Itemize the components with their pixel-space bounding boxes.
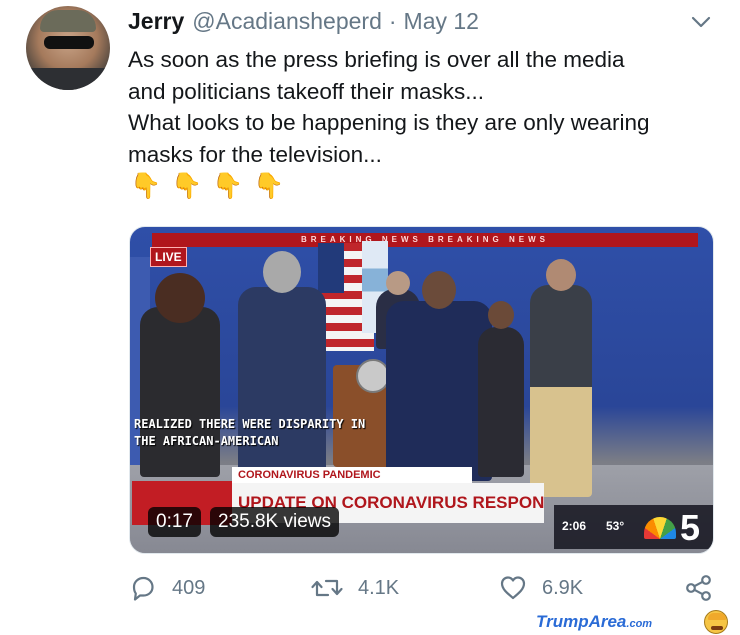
pointing-down-emoji: 👇 [253,172,285,200]
avatar-sunglasses [44,36,94,49]
avatar-cap [40,10,96,32]
caption-line: REALIZED THERE WERE DISPARITY IN [134,417,366,431]
tweet-text: As soon as the press briefing is over al… [128,44,728,170]
tweet-text-line: and politicians takeoff their masks... [128,78,485,104]
like-button[interactable]: 6.9K [498,572,583,604]
video-duration: 0:17 [148,507,201,537]
lower-third-label: CORONAVIRUS PANDEMIC [232,467,472,483]
caption-line: THE AFRICAN-AMERICAN [134,434,279,448]
video-player[interactable]: BREAKING NEWS BREAKING NEWS LIVE REALIZE… [129,226,714,554]
reply-button[interactable]: 409 [128,572,205,604]
tweet-text-line: As soon as the press briefing is over al… [128,47,625,72]
reply-count: 409 [172,576,206,599]
city-seal [356,359,390,393]
tweet-date[interactable]: May 12 [404,8,479,35]
channel-number: 5 [680,507,701,548]
person-man-navy [386,271,492,481]
tweet-actions: 409 4.1K 6.9K [128,572,718,604]
tweet-header: Jerry @Acadiansheperd · May 12 [128,8,479,38]
watermark-tld: .com [626,618,653,630]
watermark-site: TrumpArea [536,612,627,631]
person-man-vest [530,259,592,497]
author-name[interactable]: Jerry [128,8,184,35]
closed-caption: REALIZED THERE WERE DISPARITY IN THE AFR… [134,416,365,450]
like-count: 6.9K [542,576,584,599]
like-icon [500,576,526,600]
watermark-logo-icon [704,610,728,634]
person-head [155,273,205,323]
retweet-icon [311,579,343,597]
share-button[interactable] [684,572,728,604]
person-head [488,301,514,329]
retweet-button[interactable]: 4.1K [310,572,399,604]
pointing-down-emoji: 👇 [212,172,244,200]
author-handle[interactable]: @Acadiansheperd [192,8,382,35]
separator-dot: · [388,8,397,34]
emoji-row: 👇 👇 👇 👇 [130,172,285,201]
person-mayor [478,301,524,477]
clock-readout: 2:06 [562,519,587,533]
pointing-down-emoji: 👇 [130,172,162,200]
person-head [263,251,301,293]
reply-icon [132,576,154,601]
chevron-down-icon[interactable] [690,14,712,30]
tweet-text-line: What looks to be happening is they are o… [128,110,650,135]
person-head [422,271,456,309]
nbc-peacock-icon [644,517,676,539]
station-bug: 2:06 53° 5 [554,505,713,549]
tweet-text-line: masks for the television... [128,141,382,167]
watermark: TrumpArea.com [536,612,652,632]
avatar-shirt [26,68,110,90]
breaking-news-banner: BREAKING NEWS BREAKING NEWS [152,233,698,247]
live-badge: LIVE [150,247,187,267]
temperature-readout: 53° [606,519,625,533]
share-icon [686,575,711,601]
video-views: 235.8K views [210,507,340,537]
person-woman [140,273,220,477]
person-head [546,259,576,291]
retweet-count: 4.1K [358,576,400,599]
person-head [386,271,410,295]
avatar[interactable] [26,6,110,90]
pointing-down-emoji: 👇 [171,172,203,200]
